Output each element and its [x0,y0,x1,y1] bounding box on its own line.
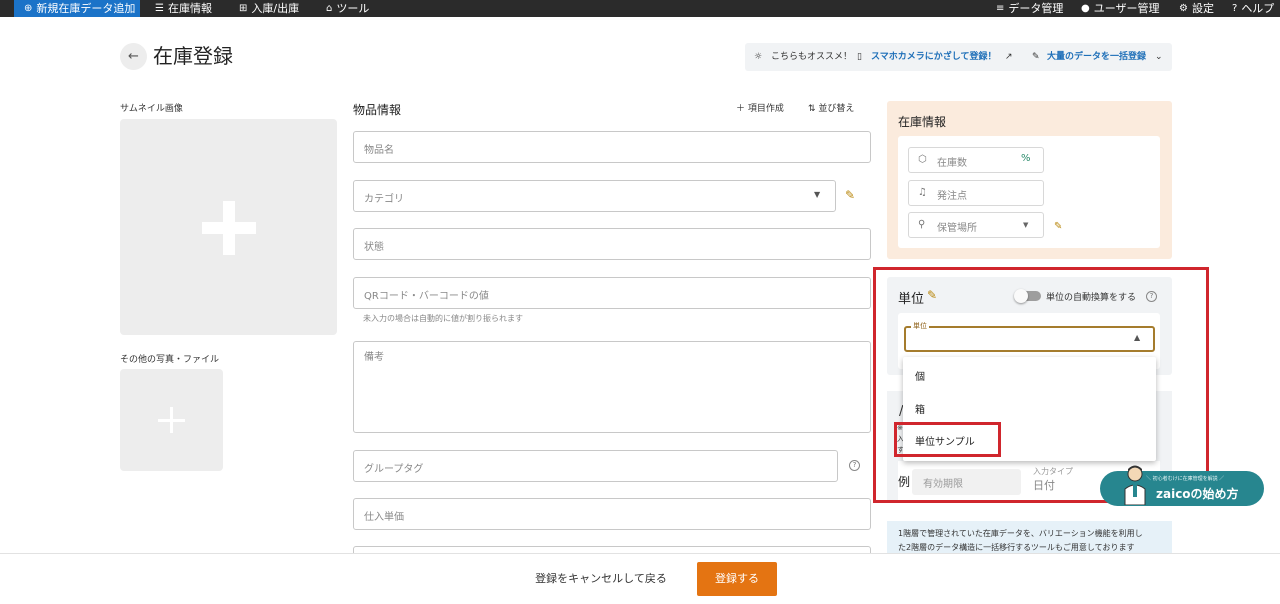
stock-quantity-input[interactable]: ⬡ 在庫数 % [908,147,1044,173]
category-placeholder: カテゴリ [364,194,404,205]
toolbox-icon: ⌂ [326,3,333,14]
nav-help-label: ヘルプ [1241,2,1275,15]
stock-quantity-placeholder: 在庫数 [937,158,967,169]
group-tag-input[interactable]: グループタグ [353,450,838,482]
nav-tools-label: ツール [336,2,370,15]
category-select[interactable]: カテゴリ ▼ [353,180,836,212]
code-placeholder: QRコード・バーコードの値 [364,291,489,302]
cube-icon: ⬡ [918,154,927,165]
users-icon: ● [1081,3,1090,14]
gear-icon: ⚙ [1179,3,1188,14]
zaico-guide-badge[interactable]: ＼ 初心者むけに在庫管理を解説 ／ zaicoの始め方 [1100,465,1264,506]
location-select[interactable]: ⚲ 保管場所 ▼ [908,212,1044,238]
nav-inventory[interactable]: ☰ 在庫情報 [155,0,212,17]
sort-label: 並び替え [818,104,855,114]
phone-icon: ▯ [857,52,862,62]
nav-add-inventory[interactable]: ⊕ 新規在庫データ追加 [14,0,140,17]
item-name-placeholder: 物品名 [364,145,394,156]
info-line: 1階層で管理されていた在庫データを、バリエーション機能を利用し [898,529,1143,538]
nav-user-mgmt-label: ユーザー管理 [1093,2,1160,15]
cancel-button[interactable]: 登録をキャンセルして戻る [522,565,680,593]
caret-down-icon: ▼ [1023,221,1029,229]
arrow-left-icon: ← [128,49,139,64]
percent-icon[interactable]: % [1021,153,1031,164]
code-input[interactable]: QRコード・バーコードの値 [353,277,871,309]
bell-icon: ♫ [918,187,927,198]
nav-data-mgmt-label: データ管理 [1008,2,1064,15]
nav-inout-label: 入庫/出庫 [251,2,300,15]
map-pin-icon: ⚲ [918,219,926,230]
pencil-icon: ✎ [1032,52,1040,62]
question-circle-icon: ? [1232,3,1238,14]
memo-textarea[interactable]: 備考 [353,341,871,433]
reorder-point-placeholder: 発注点 [937,191,967,202]
chevron-down-icon: ⌄ [1155,52,1163,62]
add-field-label: 項目作成 [747,104,784,114]
help-icon[interactable]: ? [849,460,860,471]
other-files-upload[interactable] [120,369,223,471]
submit-button[interactable]: 登録する [697,562,777,596]
back-button[interactable]: ← [120,43,147,70]
sort-button[interactable]: ⇅ 並び替え [808,102,854,116]
nav-user-mgmt[interactable]: ● ユーザー管理 [1081,0,1160,17]
nav-inventory-label: 在庫情報 [167,2,212,15]
caret-down-icon: ▼ [814,190,821,199]
item-name-input[interactable]: 物品名 [353,131,871,163]
nav-data-mgmt[interactable]: ≡ データ管理 [996,0,1063,17]
add-field-button[interactable]: ＋ 項目作成 [736,102,784,116]
stock-info-title: 在庫情報 [898,115,947,129]
group-tag-placeholder: グループタグ [364,464,424,475]
state-placeholder: 状態 [364,242,384,253]
magic-wand-icon[interactable]: ✎ [1054,221,1062,232]
promo-label: こちらもオススメ！ [771,52,853,62]
thumbnail-label: サムネイル画像 [120,104,183,114]
nav-settings-label: 設定 [1191,2,1214,15]
list-icon: ☰ [155,3,164,14]
item-info-title: 物品情報 [353,103,402,117]
purchase-price-input[interactable]: 仕入単価 [353,498,871,530]
purchase-price-placeholder: 仕入単価 [364,512,404,523]
highlight-box [873,267,1209,503]
other-files-label: その他の写真・ファイル [120,355,220,365]
promo-bulk-link[interactable]: 大量のデータを一括登録 [1047,43,1146,71]
promo-bar: ☼ こちらもオススメ！ ▯ スマホカメラにかざして登録！ ↗ ✎ 大量のデータを… [745,43,1172,71]
location-placeholder: 保管場所 [937,223,977,234]
lightbulb-icon: ☼ [754,52,763,62]
external-link-icon: ↗ [1005,52,1013,62]
highlight-box [894,422,1001,457]
nav-settings[interactable]: ⚙ 設定 [1179,0,1214,17]
code-hint: 未入力の場合は自動的に値が割り振られます [363,314,523,323]
person-avatar-icon [1124,465,1146,505]
state-input[interactable]: 状態 [353,228,871,260]
promo-camera-link[interactable]: スマホカメラにかざして登録！ [871,43,996,71]
page-title: 在庫登録 [153,44,233,68]
nav-tools[interactable]: ⌂ ツール [326,0,369,17]
reorder-point-input[interactable]: ♫ 発注点 [908,180,1044,206]
nav-add-label: 新規在庫データ追加 [36,2,136,15]
thumbnail-upload[interactable] [120,119,337,335]
zaico-badge-main: zaicoの始め方 [1156,487,1239,501]
nav-help[interactable]: ? ヘルプ [1232,0,1274,17]
dolly-icon: ⊞ [239,3,248,14]
magic-wand-icon[interactable]: ✎ [845,188,855,202]
plus-circle-icon: ⊕ [24,3,33,14]
zaico-badge-sub: ＼ 初心者むけに在庫管理を解説 ／ [1146,476,1225,482]
nav-inout[interactable]: ⊞ 入庫/出庫 [239,0,299,17]
filter-lines-icon: ≡ [996,3,1005,14]
top-nav: ⊕ 新規在庫データ追加 ☰ 在庫情報 ⊞ 入庫/出庫 ⌂ ツール ≡ データ管理… [0,0,1280,17]
memo-placeholder: 備考 [364,352,384,363]
